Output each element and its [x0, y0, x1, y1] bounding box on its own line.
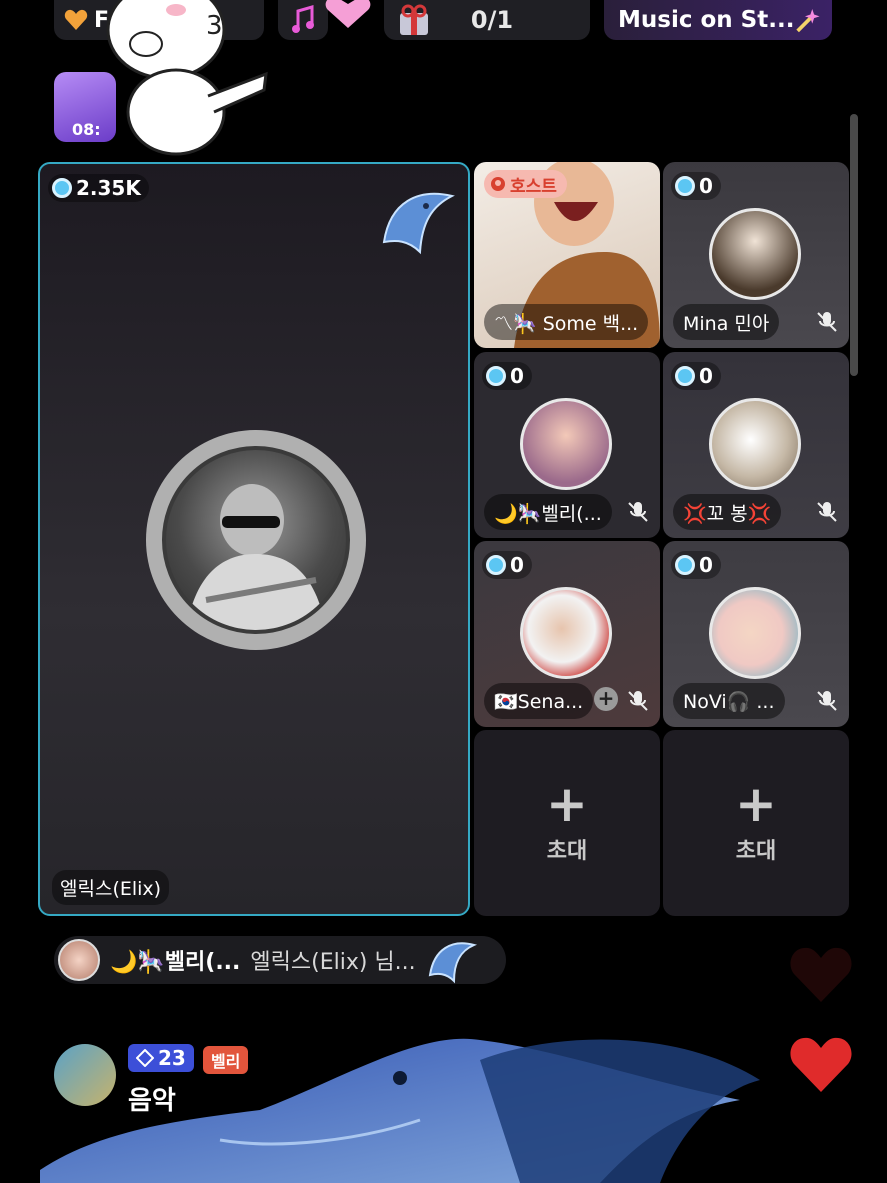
seat-name: 〽🎠 Some 백... [484, 304, 649, 340]
coin-icon [52, 178, 72, 198]
whale-gift-icon [382, 192, 455, 255]
seat-host[interactable]: 호스트 〽🎠 Some 백... [474, 162, 660, 348]
seat-score: 0 [699, 553, 713, 577]
speaker-photo [186, 484, 326, 630]
scrollbar[interactable] [850, 114, 858, 376]
seat-mina[interactable]: 0 Mina 민아 [663, 162, 849, 348]
seat-count: 0/1 [470, 6, 514, 34]
coin-icon [675, 366, 695, 386]
music-note-button[interactable] [278, 0, 328, 40]
coin-icon [675, 176, 695, 196]
gift-message: 엘릭스(Elix) 님... [250, 950, 416, 975]
gift-box-icon [400, 4, 428, 35]
seat-avatar[interactable] [520, 587, 612, 679]
seat-score-badge: 0 [482, 551, 532, 579]
coin-icon [675, 555, 695, 575]
seat-avatar[interactable] [709, 208, 801, 300]
seat-name: 🇰🇷Sena... [484, 683, 594, 719]
main-speaker-name: 엘릭스(Elix) [52, 870, 170, 905]
gift-banner[interactable]: 🌙🎠벨리(... 엘릭스(Elix) 님... [54, 936, 506, 984]
seat-avatar[interactable] [709, 587, 801, 679]
host-badge: 호스트 [484, 170, 567, 198]
pink-heart-icon [325, 0, 371, 28]
bunny-sticker: 3 [106, 0, 268, 156]
plus-icon: + [546, 775, 588, 833]
seat-name: 💢꼬 봉💢 [673, 494, 782, 530]
music-label: Music on St... [618, 7, 795, 33]
invite-slot-1[interactable]: + 초대 [474, 730, 660, 916]
seat-novi[interactable]: 0 NoVi🎧 ... [663, 541, 849, 727]
mic-muted-icon [628, 691, 648, 711]
svg-text:3: 3 [206, 11, 223, 41]
main-speaker-avatar-ring [146, 430, 366, 650]
main-speaker-tile[interactable]: 2.35K 엘릭스(Elix) [38, 162, 470, 916]
seat-name: Mina 민아 [673, 304, 780, 340]
seat-score: 0 [510, 553, 524, 577]
mic-muted-icon [628, 502, 648, 522]
main-score-badge: 2.35K [48, 174, 149, 202]
coin-icon [486, 366, 506, 386]
seat-belly[interactable]: 0 🌙🎠벨리(... [474, 352, 660, 538]
like-heart-faded-icon [790, 947, 852, 1002]
host-icon [491, 177, 505, 191]
seat-avatar[interactable] [520, 398, 612, 490]
seat-score-badge: 0 [482, 362, 532, 390]
seat-kkobong[interactable]: 0 💢꼬 봉💢 [663, 352, 849, 538]
seat-score: 0 [510, 364, 524, 388]
seat-counter[interactable]: 0/1 [384, 0, 590, 40]
invite-label: 초대 [735, 839, 777, 864]
seat-name: NoVi🎧 ... [673, 683, 785, 719]
coin-icon [486, 555, 506, 575]
invite-label: 초대 [546, 839, 588, 864]
seat-score-badge: 0 [671, 362, 721, 390]
seat-score-badge: 0 [671, 551, 721, 579]
mic-muted-icon [817, 691, 837, 711]
plus-icon: + [735, 775, 777, 833]
gift-sender: 🌙🎠벨리(... [110, 950, 241, 975]
music-note-icon [292, 5, 314, 33]
music-on-stage-button[interactable]: Music on St... [604, 0, 832, 40]
host-label: 호스트 [510, 176, 557, 197]
sparkle-wand-icon [796, 9, 820, 33]
whale-gift-icon [428, 942, 477, 984]
invite-slot-2[interactable]: + 초대 [663, 730, 849, 916]
sender-avatar [58, 939, 100, 981]
main-speaker-avatar[interactable] [162, 446, 350, 634]
seat-score: 0 [699, 364, 713, 388]
seat-score: 0 [699, 174, 713, 198]
main-score: 2.35K [76, 176, 141, 200]
seat-score-badge: 0 [671, 172, 721, 200]
seat-avatar[interactable] [709, 398, 801, 490]
mic-muted-icon [817, 312, 837, 332]
heart-icon [64, 9, 88, 30]
mic-muted-icon [817, 502, 837, 522]
follow-plus-icon[interactable]: + [594, 687, 618, 711]
whale-gift-animation [40, 1038, 760, 1183]
seat-name: 🌙🎠벨리(... [484, 494, 612, 530]
seat-sena[interactable]: 0 🇰🇷Sena... + [474, 541, 660, 727]
